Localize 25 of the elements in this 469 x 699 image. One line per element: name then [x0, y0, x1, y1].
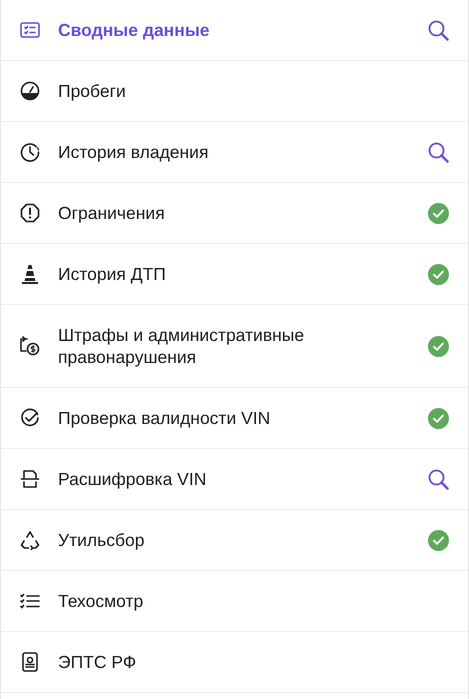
money-card-icon — [19, 336, 41, 356]
document-scan-icon — [20, 469, 40, 489]
search-icon[interactable] — [428, 20, 448, 40]
section-item[interactable]: История ДТП — [58, 263, 366, 285]
check-circle-icon — [20, 408, 40, 428]
section-item[interactable]: Утильсбор — [58, 529, 366, 551]
section-item[interactable]: История владения — [58, 141, 366, 163]
section-item[interactable]: Штрафы и административные правонарушения — [58, 324, 366, 368]
traffic-cone-icon — [21, 264, 39, 284]
clock-icon — [20, 142, 40, 162]
section-item[interactable]: Пробеги — [58, 80, 366, 102]
section-item[interactable]: Техосмотр — [58, 590, 366, 612]
id-card-icon — [22, 652, 38, 672]
section-item[interactable]: ЭПТС РФ — [58, 651, 366, 673]
section-item[interactable]: Ограничения — [58, 202, 366, 224]
list-card-icon — [20, 22, 40, 38]
section-item[interactable]: Проверка валидности VIN — [58, 407, 366, 429]
speedometer-icon — [20, 81, 40, 101]
search-icon[interactable] — [428, 468, 448, 490]
search-icon[interactable] — [428, 142, 448, 162]
checklist-icon — [20, 593, 40, 609]
section-item[interactable]: Расшифровка VIN — [58, 468, 366, 490]
warning-icon — [20, 203, 40, 223]
recycle-icon — [20, 530, 40, 550]
section-item[interactable]: Сводные данные — [58, 19, 366, 41]
